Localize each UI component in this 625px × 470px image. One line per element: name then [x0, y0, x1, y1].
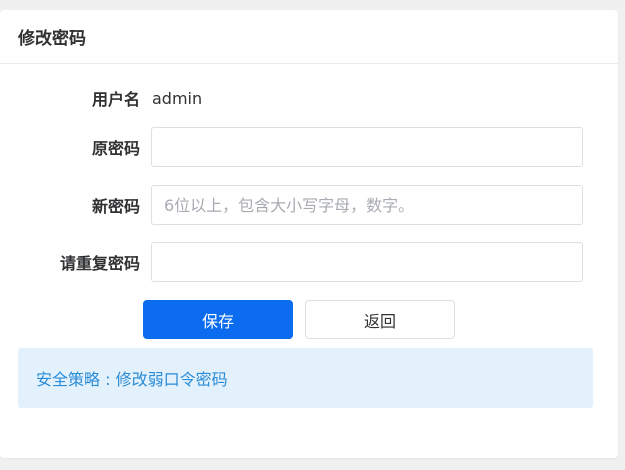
old-password-label: 原密码 [91, 139, 140, 158]
username-value: admin [152, 88, 203, 108]
new-password-row: 新密码 [0, 185, 625, 225]
confirm-password-row: 请重复密码 [0, 242, 625, 282]
username-label: 用户名 [91, 90, 140, 109]
new-password-label: 新密码 [91, 197, 140, 216]
save-button[interactable]: 保存 [143, 300, 293, 339]
new-password-input[interactable] [151, 185, 583, 225]
confirm-password-input[interactable] [151, 242, 583, 282]
card-header: 修改密码 [0, 10, 618, 64]
security-policy-notice: 安全策略 : 修改弱口令密码 [18, 348, 593, 408]
confirm-password-label: 请重复密码 [59, 254, 140, 273]
security-policy-link[interactable]: 安全策略 : 修改弱口令密码 [36, 366, 228, 390]
old-password-row: 原密码 [0, 127, 625, 167]
page-title: 修改密码 [18, 29, 86, 49]
old-password-input[interactable] [151, 127, 583, 167]
username-row: 用户名 admin [0, 78, 625, 118]
back-button[interactable]: 返回 [305, 300, 455, 339]
